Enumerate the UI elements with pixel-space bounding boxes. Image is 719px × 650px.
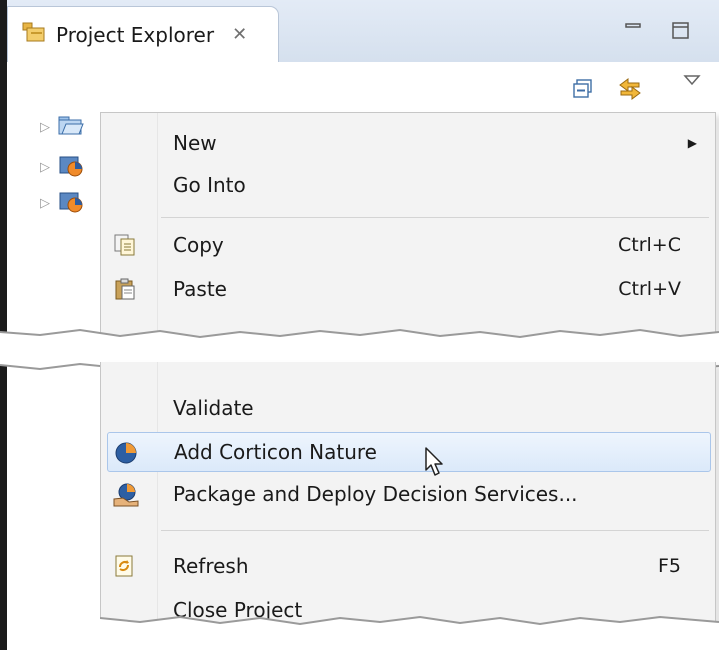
menu-item-shortcut: Ctrl+C xyxy=(618,234,681,256)
mouse-cursor-icon xyxy=(424,446,444,482)
tree-item[interactable]: ▷ xyxy=(40,154,84,180)
menu-item-label: New xyxy=(173,131,217,155)
expand-icon[interactable]: ▷ xyxy=(40,160,58,175)
corticon-project-icon xyxy=(58,189,84,217)
deploy-icon xyxy=(113,482,139,507)
menu-item-add-corticon-nature[interactable]: Add Corticon Nature xyxy=(107,432,711,472)
collapse-all-icon[interactable] xyxy=(572,78,594,104)
menu-item-package-and-deploy[interactable]: Package and Deploy Decision Services... xyxy=(101,474,715,514)
view-toolbar xyxy=(7,62,719,114)
link-with-editor-icon[interactable] xyxy=(617,76,643,106)
tree-item[interactable]: ▷ xyxy=(40,190,84,216)
menu-item-validate[interactable]: Validate xyxy=(101,388,715,428)
expand-icon[interactable]: ▷ xyxy=(40,196,58,211)
menu-item-go-into[interactable]: Go Into xyxy=(101,165,715,205)
project-explorer-icon xyxy=(22,22,46,48)
torn-edge-bottom xyxy=(100,615,719,638)
paste-icon xyxy=(113,277,137,301)
menu-item-label: Refresh xyxy=(173,554,249,578)
menu-item-label: Go Into xyxy=(173,173,246,197)
menu-item-label: Add Corticon Nature xyxy=(174,440,377,464)
view-menu-icon[interactable] xyxy=(683,72,701,91)
close-icon[interactable]: ✕ xyxy=(232,24,247,45)
menu-item-label: Paste xyxy=(173,277,227,301)
menu-item-shortcut: Ctrl+V xyxy=(618,278,681,300)
context-menu: New ▶ Go Into Copy Ctrl+C Paste Ctrl+V xyxy=(100,112,716,348)
menu-item-copy[interactable]: Copy Ctrl+C xyxy=(101,225,715,265)
menu-separator xyxy=(161,217,709,218)
context-menu-continued: Validate Add Corticon Nature Package and… xyxy=(100,362,716,624)
tab-title: Project Explorer xyxy=(56,22,215,47)
menu-item-shortcut: F5 xyxy=(657,555,681,577)
view-tab-bar: Project Explorer ✕ xyxy=(7,0,719,63)
menu-item-refresh[interactable]: Refresh F5 xyxy=(101,546,715,586)
minimize-icon[interactable] xyxy=(623,20,643,42)
tree-item[interactable]: ▷ xyxy=(40,114,84,140)
menu-separator xyxy=(161,530,709,531)
refresh-icon xyxy=(113,554,137,578)
maximize-icon[interactable] xyxy=(671,20,691,46)
tab-project-explorer[interactable]: Project Explorer ✕ xyxy=(7,6,279,62)
menu-item-paste[interactable]: Paste Ctrl+V xyxy=(101,269,715,309)
menu-item-label: Package and Deploy Decision Services... xyxy=(173,482,578,506)
copy-icon xyxy=(113,233,137,257)
corticon-project-icon xyxy=(58,153,84,181)
menu-item-label: Copy xyxy=(173,233,224,257)
expand-icon[interactable]: ▷ xyxy=(40,120,58,135)
submenu-arrow-icon: ▶ xyxy=(687,136,697,150)
folder-open-icon xyxy=(58,114,84,140)
corticon-nature-icon xyxy=(114,441,138,465)
menu-item-label: Validate xyxy=(173,396,254,420)
menu-item-new[interactable]: New ▶ xyxy=(101,123,715,163)
